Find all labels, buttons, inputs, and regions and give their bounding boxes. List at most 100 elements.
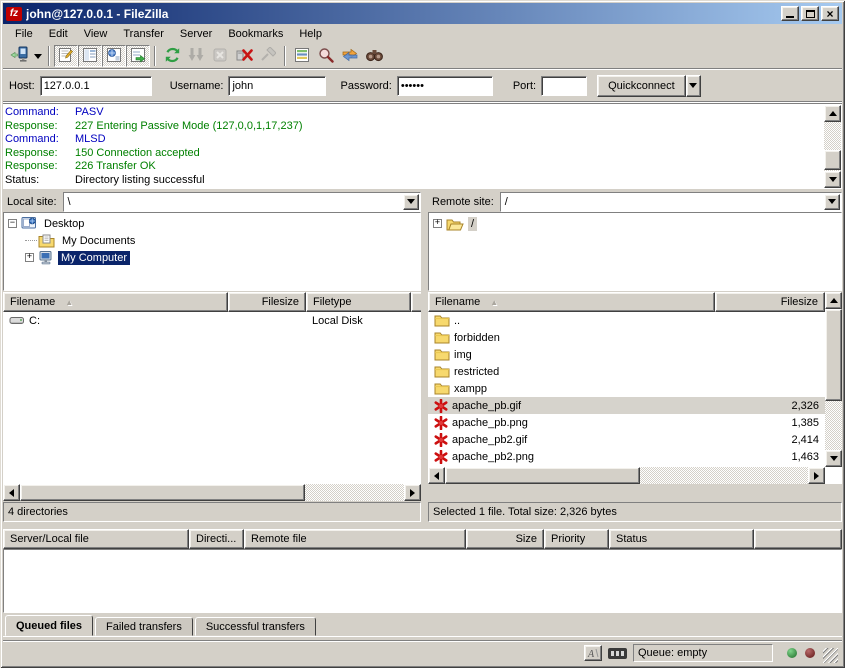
column-header-filename[interactable]: Filename▲ xyxy=(428,292,715,312)
scroll-thumb[interactable] xyxy=(824,150,841,170)
menu-help[interactable]: Help xyxy=(291,26,330,42)
tab-successful-transfers[interactable]: Successful transfers xyxy=(195,617,316,636)
column-header-label: Priority xyxy=(551,533,585,545)
file-row-apache-pb-gif[interactable]: apache_pb.gif2,326 xyxy=(428,397,825,414)
host-input[interactable] xyxy=(40,76,152,96)
file-row-c[interactable]: C:Local Disk xyxy=(3,312,421,329)
toolbar xyxy=(3,43,842,70)
column-header-label: Remote file xyxy=(251,533,307,545)
password-input[interactable] xyxy=(397,76,493,96)
scroll-up-button[interactable] xyxy=(825,292,842,309)
scroll-down-button[interactable] xyxy=(825,450,842,467)
log-line-text: 227 Entering Passive Mode (127,0,0,1,17,… xyxy=(75,120,302,134)
column-header-l[interactable]: L xyxy=(411,292,421,312)
queue-column-header-remote-file[interactable]: Remote file xyxy=(244,529,466,549)
scroll-left-button[interactable] xyxy=(428,467,445,484)
port-input[interactable] xyxy=(541,76,587,96)
scroll-thumb[interactable] xyxy=(20,484,305,501)
file-row-blank[interactable]: .. xyxy=(428,312,825,329)
file-row-xampp[interactable]: xampp xyxy=(428,380,825,397)
remote-site-row: Remote site: / xyxy=(428,191,842,212)
menu-view[interactable]: View xyxy=(76,26,116,42)
toolbar-separator xyxy=(48,46,50,66)
expand-icon[interactable]: + xyxy=(433,219,442,228)
speed-limits-indicator-icon[interactable] xyxy=(608,648,627,659)
tree-item-blank[interactable]: +/ xyxy=(429,215,841,232)
menu-transfer[interactable]: Transfer xyxy=(115,26,172,42)
maximize-button[interactable] xyxy=(801,6,819,21)
local-horizontal-scrollbar[interactable] xyxy=(3,484,421,501)
activity-indicator-green-icon xyxy=(787,648,797,658)
column-header-filetype[interactable]: Filetype xyxy=(306,292,411,312)
queue-column-header-server-local-file[interactable]: Server/Local file xyxy=(3,529,189,549)
scroll-right-button[interactable] xyxy=(404,484,421,501)
window-resize-grip[interactable] xyxy=(823,648,838,663)
scroll-thumb[interactable] xyxy=(825,309,842,401)
tree-item-label: / xyxy=(468,217,477,231)
tree-item-my-documents[interactable]: My Documents xyxy=(4,232,420,249)
file-row-apache-pb-png[interactable]: apache_pb.png1,385 xyxy=(428,414,825,431)
queue-column-header-size[interactable]: Size xyxy=(466,529,544,549)
minimize-button[interactable] xyxy=(781,6,799,21)
process-queue-button[interactable] xyxy=(184,45,208,67)
column-header-filename[interactable]: Filename▲ xyxy=(3,292,228,312)
scroll-down-button[interactable] xyxy=(824,171,841,188)
data-type-indicator-icon[interactable]: A xyxy=(584,645,602,661)
quickconnect-button[interactable]: Quickconnect xyxy=(597,75,686,97)
collapse-icon[interactable]: − xyxy=(8,219,17,228)
local-tree-toggle-button[interactable] xyxy=(78,45,102,67)
tree-item-desktop[interactable]: −Desktop xyxy=(4,215,420,232)
reconnect-button[interactable] xyxy=(256,45,280,67)
column-header-label: Filesize xyxy=(781,296,818,308)
disconnect-button[interactable] xyxy=(232,45,256,67)
column-header-filesize[interactable]: Filesize xyxy=(715,292,825,312)
close-button[interactable]: × xyxy=(821,6,839,21)
compare-button[interactable] xyxy=(314,45,338,67)
scroll-thumb[interactable] xyxy=(445,467,640,484)
menu-server[interactable]: Server xyxy=(172,26,220,42)
menu-edit[interactable]: Edit xyxy=(41,26,76,42)
file-row-apache-pb2-gif[interactable]: apache_pb2.gif2,414 xyxy=(428,431,825,448)
queue-toggle-button[interactable] xyxy=(126,45,150,67)
file-row-restricted[interactable]: restricted xyxy=(428,363,825,380)
queue-column-header-priority[interactable]: Priority xyxy=(544,529,609,549)
local-site-combobox[interactable]: \ xyxy=(63,192,421,212)
scroll-right-button[interactable] xyxy=(808,467,825,484)
remote-site-value: / xyxy=(501,196,824,208)
tab-queued-files[interactable]: Queued files xyxy=(5,615,93,636)
queue-column-header-status[interactable]: Status xyxy=(609,529,754,549)
message-log-vertical-scrollbar[interactable] xyxy=(824,105,841,188)
find-button[interactable] xyxy=(362,45,386,67)
username-input[interactable] xyxy=(228,76,326,96)
menu-file[interactable]: File xyxy=(7,26,41,42)
scroll-left-button[interactable] xyxy=(3,484,20,501)
remote-horizontal-scrollbar[interactable] xyxy=(428,467,825,484)
cancel-button[interactable] xyxy=(208,45,232,67)
local-status-text: 4 directories xyxy=(3,502,421,522)
remote-site-dropdown-button[interactable] xyxy=(824,194,840,210)
refresh-button[interactable] xyxy=(160,45,184,67)
activity-indicator-red-icon xyxy=(805,648,815,658)
remote-vertical-scrollbar[interactable] xyxy=(825,292,842,467)
message-log-toggle-button[interactable] xyxy=(54,45,78,67)
site-manager-button[interactable] xyxy=(7,45,31,67)
column-header-filesize[interactable]: Filesize xyxy=(228,292,306,312)
quickconnect-dropdown-button[interactable] xyxy=(686,75,701,97)
local-site-dropdown-button[interactable] xyxy=(403,194,419,210)
column-header-label: Size xyxy=(516,533,537,545)
site-manager-dropdown-button[interactable] xyxy=(31,45,44,67)
scroll-up-button[interactable] xyxy=(824,105,841,122)
expand-icon[interactable]: + xyxy=(25,253,34,262)
file-row-apache-pb2-png[interactable]: apache_pb2.png1,463 xyxy=(428,448,825,465)
remote-site-combobox[interactable]: / xyxy=(500,192,842,212)
sync-browse-button[interactable] xyxy=(338,45,362,67)
computer-icon xyxy=(38,250,54,266)
remote-tree-toggle-button[interactable] xyxy=(102,45,126,67)
queue-column-header-directi[interactable]: Directi... xyxy=(189,529,244,549)
file-row-img[interactable]: img xyxy=(428,346,825,363)
filter-button[interactable] xyxy=(290,45,314,67)
menu-bookmarks[interactable]: Bookmarks xyxy=(220,26,291,42)
tab-failed-transfers[interactable]: Failed transfers xyxy=(95,617,193,636)
file-row-forbidden[interactable]: forbidden xyxy=(428,329,825,346)
tree-item-my-computer[interactable]: +My Computer xyxy=(4,249,420,266)
